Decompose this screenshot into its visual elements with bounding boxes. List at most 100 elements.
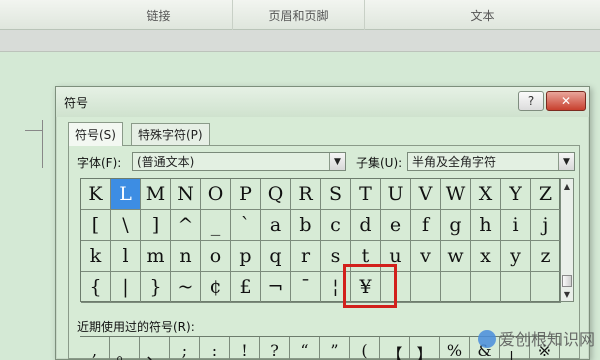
symbol-cell-selected[interactable]: L xyxy=(111,179,141,210)
recent-symbol-cell[interactable]: 】 xyxy=(410,337,440,360)
recent-symbol-cell[interactable]: 【 xyxy=(380,337,410,360)
symbol-cell[interactable]: M xyxy=(141,179,171,210)
symbol-cell[interactable]: a xyxy=(261,210,291,241)
symbol-cell[interactable]: o xyxy=(201,241,231,272)
symbol-cell[interactable]: x xyxy=(471,241,501,272)
symbol-cell[interactable] xyxy=(471,272,501,303)
symbol-cell[interactable]: z xyxy=(531,241,561,272)
symbol-cell[interactable]: W xyxy=(441,179,471,210)
symbol-cell[interactable]: } xyxy=(141,272,171,303)
recent-symbol-cell[interactable]: : xyxy=(200,337,230,360)
symbol-cell[interactable]: ^ xyxy=(171,210,201,241)
symbol-cell[interactable]: Z xyxy=(531,179,561,210)
symbol-grid-row: k l m n o p q r s t u v w x y z xyxy=(81,241,561,272)
symbol-cell[interactable]: f xyxy=(411,210,441,241)
scroll-down-icon[interactable]: ▼ xyxy=(561,287,573,301)
symbol-cell[interactable]: w xyxy=(441,241,471,272)
symbol-cell[interactable]: ` xyxy=(231,210,261,241)
recent-symbol-cell[interactable]: 。 xyxy=(110,337,140,360)
symbol-cell[interactable]: b xyxy=(291,210,321,241)
ribbon: 链接 页眉和页脚 文本 xyxy=(0,0,600,30)
symbol-cell[interactable]: l xyxy=(111,241,141,272)
scrollbar-thumb[interactable] xyxy=(562,275,572,287)
symbol-cell[interactable]: ] xyxy=(141,210,171,241)
symbol-cell[interactable]: £ xyxy=(231,272,261,303)
symbol-cell[interactable]: e xyxy=(381,210,411,241)
symbol-cell[interactable]: T xyxy=(351,179,381,210)
symbol-cell[interactable]: ¢ xyxy=(201,272,231,303)
recent-symbol-cell[interactable]: 、 xyxy=(140,337,170,360)
symbol-grid-row: K L M N O P Q R S T U V W X Y Z xyxy=(81,179,561,210)
symbol-grid-row: { | } ~ ¢ £ ¬ ¯ ¦ ¥ xyxy=(81,272,561,303)
highlight-annotation-box xyxy=(343,264,397,308)
symbol-cell[interactable]: ~ xyxy=(171,272,201,303)
dialog-title: 符号 xyxy=(64,96,89,110)
symbol-grid-scrollbar[interactable]: ▲ ▼ xyxy=(560,178,574,302)
symbol-cell[interactable]: | xyxy=(111,272,141,303)
symbol-cell[interactable]: q xyxy=(261,241,291,272)
ribbon-group-header-footer-label: 页眉和页脚 xyxy=(268,8,329,23)
subset-select-value: 半角及全角字符 xyxy=(412,155,497,169)
symbol-cell[interactable]: c xyxy=(321,210,351,241)
recent-symbol-cell[interactable]: ? xyxy=(260,337,290,360)
symbol-cell[interactable]: h xyxy=(471,210,501,241)
symbol-cell[interactable]: Y xyxy=(501,179,531,210)
symbol-cell[interactable]: V xyxy=(411,179,441,210)
symbol-cell[interactable]: P xyxy=(231,179,261,210)
recent-symbol-cell[interactable]: % xyxy=(440,337,470,360)
dialog-title-bar[interactable]: 符号 ? ✕ xyxy=(56,87,589,117)
tab-special-characters[interactable]: 特殊字符(P) xyxy=(131,123,210,145)
symbol-cell[interactable]: R xyxy=(291,179,321,210)
symbol-cell[interactable]: O xyxy=(201,179,231,210)
symbol-cell[interactable]: U xyxy=(381,179,411,210)
symbol-cell[interactable]: { xyxy=(81,272,111,303)
symbol-cell[interactable]: j xyxy=(531,210,561,241)
recent-symbol-cell[interactable]: ( xyxy=(350,337,380,360)
symbol-cell[interactable]: y xyxy=(501,241,531,272)
chevron-down-icon[interactable]: ▼ xyxy=(558,153,574,170)
font-select[interactable]: (普通文本) ▼ xyxy=(132,152,346,171)
symbol-cell[interactable]: g xyxy=(441,210,471,241)
ribbon-group-header-footer[interactable]: 页眉和页脚 xyxy=(233,0,365,30)
symbol-cell[interactable]: _ xyxy=(201,210,231,241)
symbol-cell[interactable]: m xyxy=(141,241,171,272)
symbol-cell[interactable] xyxy=(441,272,471,303)
symbol-cell[interactable]: n xyxy=(171,241,201,272)
symbol-cell[interactable]: ¬ xyxy=(261,272,291,303)
help-button[interactable]: ? xyxy=(518,91,544,111)
close-button[interactable]: ✕ xyxy=(546,91,586,111)
symbol-cell[interactable]: ¯ xyxy=(291,272,321,303)
symbol-cell[interactable]: [ xyxy=(81,210,111,241)
symbol-cell[interactable] xyxy=(411,272,441,303)
subset-select[interactable]: 半角及全角字符 ▼ xyxy=(407,152,575,171)
symbol-cell[interactable]: p xyxy=(231,241,261,272)
recent-symbol-cell[interactable]: ” xyxy=(320,337,350,360)
recent-symbol-cell[interactable]: ! xyxy=(230,337,260,360)
symbol-cell[interactable]: v xyxy=(411,241,441,272)
symbol-cell[interactable]: \ xyxy=(111,210,141,241)
recent-symbol-cell[interactable]: “ xyxy=(290,337,320,360)
tab-symbols[interactable]: 符号(S) xyxy=(68,122,123,146)
symbol-cell[interactable]: r xyxy=(291,241,321,272)
watermark-logo-icon xyxy=(478,330,496,348)
symbol-cell[interactable]: S xyxy=(321,179,351,210)
ribbon-group-text[interactable]: 文本 xyxy=(365,0,600,30)
watermark-text: 爱创根知识网 xyxy=(499,330,596,349)
symbol-cell[interactable] xyxy=(531,272,561,303)
symbol-cell[interactable]: k xyxy=(81,241,111,272)
symbol-cell[interactable]: K xyxy=(81,179,111,210)
recent-symbol-cell[interactable]: , xyxy=(80,337,110,360)
symbol-cell[interactable] xyxy=(501,272,531,303)
symbol-cell[interactable]: Q xyxy=(261,179,291,210)
recent-symbol-cell[interactable]: ; xyxy=(170,337,200,360)
symbol-grid: K L M N O P Q R S T U V W X Y Z [ \ ] ^ … xyxy=(80,178,561,303)
symbol-cell[interactable]: i xyxy=(501,210,531,241)
symbol-cell[interactable]: d xyxy=(351,210,381,241)
font-label: 字体(F): xyxy=(77,156,122,170)
symbol-cell[interactable]: N xyxy=(171,179,201,210)
symbol-cell[interactable]: X xyxy=(471,179,501,210)
chevron-down-icon[interactable]: ▼ xyxy=(329,153,345,170)
ribbon-group-links[interactable]: 链接 xyxy=(85,0,233,30)
scroll-up-icon[interactable]: ▲ xyxy=(561,179,573,193)
symbol-grid-row: [ \ ] ^ _ ` a b c d e f g h i j xyxy=(81,210,561,241)
